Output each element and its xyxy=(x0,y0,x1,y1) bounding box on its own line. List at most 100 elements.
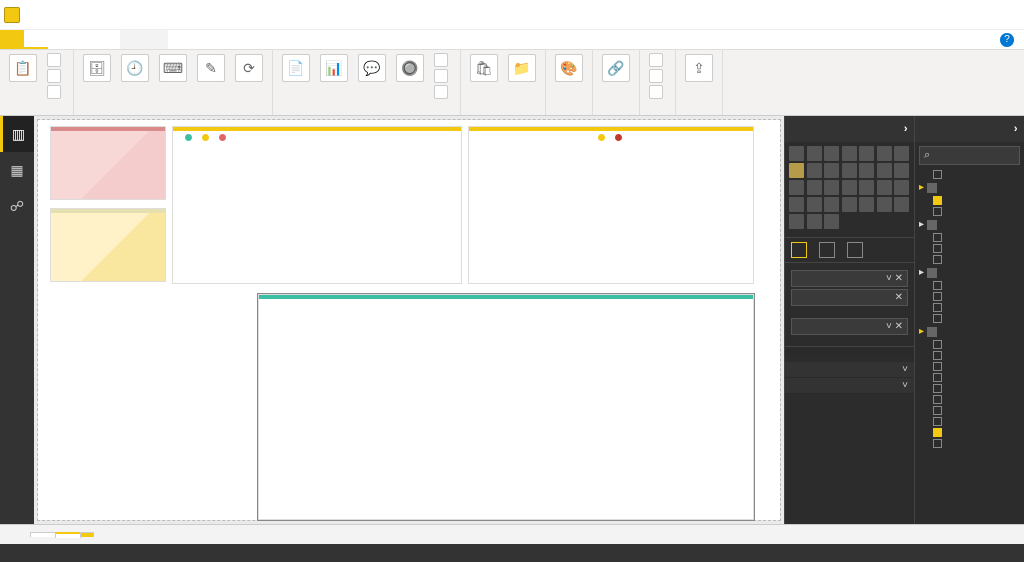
manage-relationships-button[interactable]: 🔗 xyxy=(599,52,633,85)
marketplace-button[interactable]: 🛍 xyxy=(467,52,501,85)
fields-tab-icon[interactable] xyxy=(791,242,807,258)
image-button[interactable] xyxy=(431,68,454,84)
report-view-button[interactable]: ▥ xyxy=(0,116,34,152)
tab-view[interactable] xyxy=(48,30,72,49)
textbox-button[interactable] xyxy=(431,52,454,68)
chevron-right-icon[interactable]: › xyxy=(1014,123,1018,135)
new-visual-button[interactable]: 📊 xyxy=(317,52,351,85)
ask-question-button[interactable]: 💬 xyxy=(355,52,389,85)
well-tooltips-empty[interactable] xyxy=(791,339,908,343)
field-sales-id[interactable] xyxy=(915,438,1024,449)
save-button[interactable] xyxy=(22,4,44,26)
field-category[interactable] xyxy=(915,280,1024,291)
add-page-button[interactable] xyxy=(80,532,94,537)
field-quantity[interactable] xyxy=(915,416,1024,427)
new-column-button[interactable] xyxy=(646,68,669,84)
format-painter-button[interactable] xyxy=(44,84,67,100)
field-customer-name[interactable] xyxy=(915,169,1024,180)
new-quick-measure-button[interactable] xyxy=(646,84,669,100)
kpi-gross-profit[interactable] xyxy=(50,208,166,282)
viz-r-icon[interactable] xyxy=(894,197,909,212)
signin-area[interactable]: ? xyxy=(984,30,1024,49)
redo-button[interactable] xyxy=(70,4,92,26)
cut-button[interactable] xyxy=(44,52,67,68)
viz-area-icon[interactable] xyxy=(789,163,804,178)
field-place-id-2[interactable] xyxy=(915,394,1024,405)
field-city[interactable] xyxy=(915,232,1024,243)
well-values-item[interactable]: ˅ ✕ xyxy=(791,318,908,335)
enter-data-button[interactable]: ⌨ xyxy=(156,52,190,85)
help-icon[interactable]: ? xyxy=(1000,33,1014,47)
field-product-id-2[interactable] xyxy=(915,405,1024,416)
search-input[interactable] xyxy=(934,150,1015,161)
minimize-button[interactable] xyxy=(904,0,944,30)
chevron-right-icon[interactable]: › xyxy=(904,123,908,135)
field-customer-id[interactable] xyxy=(915,350,1024,361)
field-sales[interactable] xyxy=(915,427,1024,438)
viz-waterfall-icon[interactable] xyxy=(877,163,892,178)
viz-matrix-icon[interactable] xyxy=(877,197,892,212)
chart-sales-gross-profit-year[interactable] xyxy=(468,126,754,284)
get-data-button[interactable]: 🗄 xyxy=(80,52,114,85)
tab-modeling[interactable] xyxy=(72,30,96,49)
viz-100-bar-icon[interactable] xyxy=(859,146,874,161)
viz-filled-map-icon[interactable] xyxy=(859,180,874,195)
paste-button[interactable]: 📋 xyxy=(6,52,40,85)
viz-py-icon[interactable] xyxy=(789,214,804,229)
pane-header[interactable]: › xyxy=(785,116,914,142)
tab-data-drill[interactable] xyxy=(144,30,168,49)
new-page-button[interactable]: 📄 xyxy=(279,52,313,85)
field-order-date[interactable] xyxy=(915,195,1024,206)
field-product-name[interactable] xyxy=(915,302,1024,313)
remove-icon[interactable]: ˅ ✕ xyxy=(886,273,903,284)
new-measure-button[interactable] xyxy=(646,52,669,68)
field-sub-category[interactable] xyxy=(915,313,1024,324)
field-cost[interactable] xyxy=(915,339,1024,350)
viz-table-icon[interactable] xyxy=(859,197,874,212)
viz-key-influencers-icon[interactable] xyxy=(807,214,822,229)
viz-pie-icon[interactable] xyxy=(789,180,804,195)
from-file-button[interactable]: 📁 xyxy=(505,52,539,85)
viz-map-icon[interactable] xyxy=(842,180,857,195)
chart-sales-by-month[interactable] xyxy=(258,294,754,520)
viz-100-column-icon[interactable] xyxy=(877,146,892,161)
edit-queries-button[interactable]: ✎ xyxy=(194,52,228,85)
page-tab-overview[interactable] xyxy=(30,532,56,537)
well-legend-empty[interactable] xyxy=(791,310,908,314)
copy-button[interactable] xyxy=(44,68,67,84)
model-view-button[interactable]: ☍ xyxy=(0,188,34,224)
tab-file[interactable] xyxy=(0,30,24,49)
buttons-button[interactable]: 🔘 xyxy=(393,52,427,85)
table-sales-details[interactable]: ▸ xyxy=(915,324,1024,339)
well-axis-item[interactable]: ˅ ✕ xyxy=(791,270,908,287)
field-product-id[interactable] xyxy=(915,291,1024,302)
fields-search[interactable]: ⌕ xyxy=(919,146,1020,165)
maximize-button[interactable] xyxy=(944,0,984,30)
chevron-down-icon[interactable]: ˅ xyxy=(902,364,908,375)
tab-home[interactable] xyxy=(24,30,48,49)
field-state[interactable] xyxy=(915,254,1024,265)
filter-sales[interactable]: ˅ xyxy=(785,378,914,394)
pane-header[interactable]: › xyxy=(915,116,1024,142)
viz-clustered-column-icon[interactable] xyxy=(842,146,857,161)
page-tab-2[interactable] xyxy=(55,532,81,538)
remove-icon[interactable]: ✕ xyxy=(895,292,903,303)
switch-theme-button[interactable]: 🎨 xyxy=(552,52,586,85)
chevron-down-icon[interactable]: ˅ xyxy=(902,380,908,391)
shapes-button[interactable] xyxy=(431,84,454,100)
chart-sales-by-state[interactable] xyxy=(172,126,462,284)
viz-stacked-column-icon[interactable] xyxy=(807,146,822,161)
well-axis-sub[interactable]: ✕ xyxy=(791,289,908,306)
publish-button[interactable]: ⇪ xyxy=(682,52,716,85)
table-place-details[interactable]: ▸ xyxy=(915,217,1024,232)
viz-gauge-icon[interactable] xyxy=(894,180,909,195)
refresh-button[interactable]: ⟳ xyxy=(232,52,266,85)
viz-line-clustered-icon[interactable] xyxy=(842,163,857,178)
table-order-details[interactable]: ▸ xyxy=(915,180,1024,195)
field-place-id[interactable] xyxy=(915,243,1024,254)
format-tab-icon[interactable] xyxy=(819,242,835,258)
viz-treemap-icon[interactable] xyxy=(824,180,839,195)
data-view-button[interactable]: ▦ xyxy=(0,152,34,188)
viz-clustered-bar-icon[interactable] xyxy=(824,146,839,161)
viz-line-stacked-icon[interactable] xyxy=(824,163,839,178)
